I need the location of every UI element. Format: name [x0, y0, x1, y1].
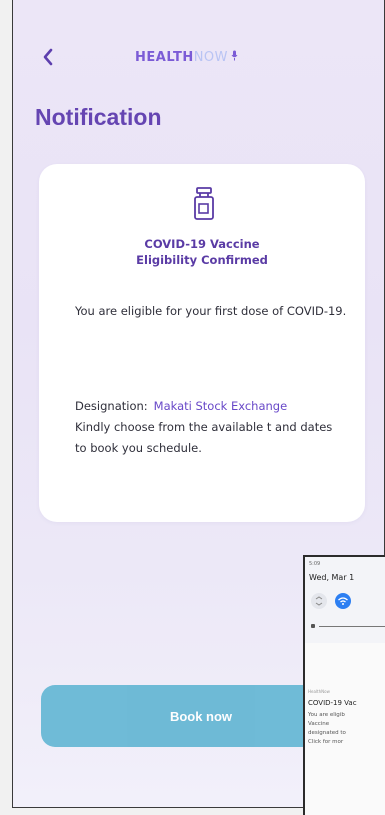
brand-health-text: HEALTH [135, 50, 194, 65]
chevron-left-icon [43, 48, 53, 66]
vaccine-vial-icon [194, 187, 214, 220]
brand-now-text: NOW [193, 50, 229, 65]
status-date: Wed, Mar 1 [309, 573, 355, 582]
brand-logo: HEALTHNOW [135, 50, 238, 65]
notification-card: COVID-19 Vaccine Eligibility Confirmed Y… [39, 164, 365, 522]
designation-label: Designation: [75, 399, 148, 413]
brightness-icon [311, 624, 315, 628]
notification-title: COVID-19 Vac [308, 699, 357, 707]
designation-value: Makati Stock Exchange [153, 399, 288, 413]
page-title: Notification [35, 104, 162, 130]
notification-item[interactable]: HealthNow COVID-19 Vac You are eligib Va… [305, 643, 385, 815]
brightness-slider[interactable] [319, 626, 385, 627]
status-time: 5:09 [309, 561, 321, 567]
card-title-line1: COVID-19 Vaccine [144, 237, 260, 251]
wifi-icon [338, 597, 348, 605]
notification-shade-overlay: 5:09 Wed, Mar 1 HealthNow COVID-19 Vac Y… [303, 555, 385, 815]
eligibility-message: You are eligible for your first dose of … [75, 304, 347, 318]
notification-app-name: HealthNow [308, 689, 330, 694]
card-title: COVID-19 Vaccine Eligibility Confirmed [39, 236, 365, 268]
booking-instructions: Kindly choose from the available t and d… [75, 420, 333, 455]
quick-settings-panel: 5:09 Wed, Mar 1 [305, 557, 385, 643]
designation-row: Designation: Makati Stock Exchange [75, 396, 365, 417]
wifi-tile[interactable] [335, 593, 351, 609]
auto-rotate-icon [315, 596, 323, 606]
microphone-icon [231, 50, 238, 65]
auto-rotate-tile[interactable] [311, 593, 327, 609]
back-button[interactable] [41, 47, 61, 73]
card-title-line2: Eligibility Confirmed [136, 253, 268, 267]
notification-body: You are eligib Vaccine designated to Cli… [308, 712, 346, 745]
